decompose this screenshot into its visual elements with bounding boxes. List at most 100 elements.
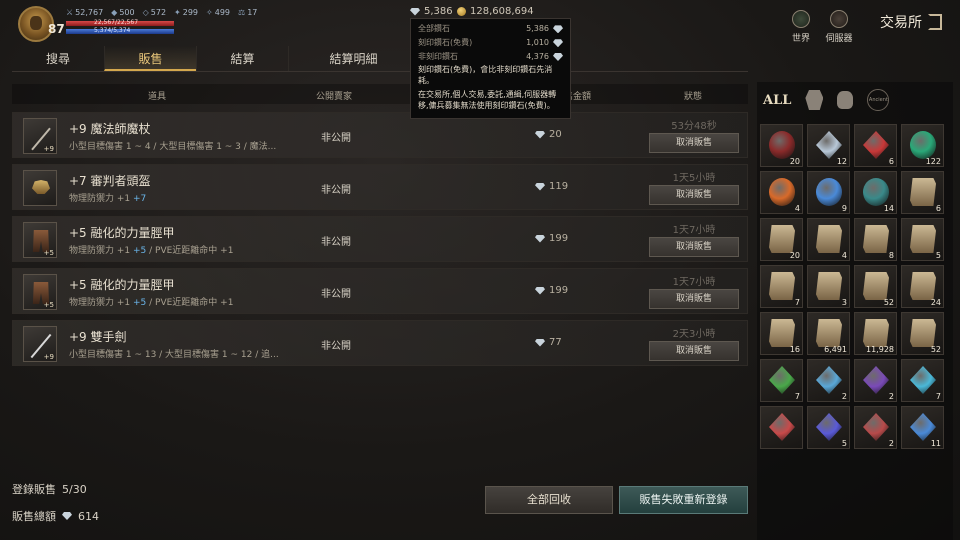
- column-item: 道具: [148, 92, 167, 102]
- inventory-slot[interactable]: 7: [760, 359, 803, 402]
- diamond-icon: [535, 130, 545, 139]
- item-count: 2: [888, 392, 894, 401]
- world-button[interactable]: 世界: [786, 10, 816, 44]
- inventory-slot[interactable]: 6: [854, 124, 897, 167]
- server-button[interactable]: 伺服器: [824, 10, 854, 44]
- inventory-tab-all[interactable]: ALL: [763, 93, 791, 108]
- inventory-slot[interactable]: 20: [760, 124, 803, 167]
- sales-total-label: 販售總額: [12, 510, 56, 523]
- player-stats: ⚔ 52,767 ◆ 500 ◇ 572 ✦ 299 ✧ 499 ⚖ 17: [66, 8, 257, 17]
- inventory-slot[interactable]: 2: [854, 406, 897, 449]
- listing-row[interactable]: +9 +9 雙手劍 小型目標傷害 1 ~ 13 / 大型目標傷害 1 ~ 12 …: [12, 320, 748, 366]
- gem-icon: [910, 366, 936, 394]
- item-count: 11,928: [866, 345, 894, 354]
- scroll-icon: [816, 225, 842, 253]
- item-count: 52: [883, 298, 894, 307]
- tooltip-note-restriction: 在交易所,個人交易,委託,通緝,伺服器轉移,傭兵募集無法使用刻印鑽石(免費)。: [418, 89, 557, 110]
- cancel-sale-button[interactable]: 取消販售: [649, 289, 739, 309]
- listing-row[interactable]: +5 +5 融化的力量脛甲 物理防禦力 +1 +5 / PVE近距離命中 +1 …: [12, 268, 748, 314]
- inventory-slot[interactable]: 5: [807, 406, 850, 449]
- inventory-tab-bag-icon[interactable]: [837, 91, 854, 109]
- item-desc-text: 小型目標傷害 1 ~ 4 / 大型目標傷害 1 ~ 3 / 魔法...: [69, 142, 277, 152]
- remaining-time: 1天7小時: [672, 225, 716, 236]
- item-count: 12: [836, 157, 847, 166]
- price: 199: [535, 233, 568, 244]
- mp-bar: 5,374/5,374: [66, 27, 174, 34]
- inventory-slot[interactable]: 11: [901, 406, 944, 449]
- diamond-icon: [535, 286, 545, 295]
- inventory-slot[interactable]: 24: [901, 265, 944, 308]
- scroll-icon: [910, 319, 936, 347]
- inventory-slot[interactable]: 3: [807, 265, 850, 308]
- collect-all-button[interactable]: 全部回收: [485, 486, 613, 514]
- item-count: 3: [841, 298, 847, 307]
- diamond-icon: [535, 234, 545, 243]
- enhance-level: +9: [43, 145, 54, 153]
- stat-weight: ⚖ 17: [238, 8, 258, 17]
- item-name: +5 融化的力量脛甲: [69, 278, 175, 292]
- inventory-slot[interactable]: 16: [760, 312, 803, 355]
- item-desc-text: 物理防禦力 +1: [69, 246, 133, 256]
- inventory-slot[interactable]: 9: [807, 171, 850, 214]
- inventory-slot[interactable]: 2: [854, 359, 897, 402]
- tab-settlement[interactable]: 結算: [196, 46, 288, 71]
- exit-icon[interactable]: [928, 14, 942, 30]
- item-count: 2: [888, 439, 894, 448]
- tooltip-value: 4,376: [526, 51, 549, 61]
- inventory-slot[interactable]: 20: [760, 218, 803, 261]
- listing-row[interactable]: +7 審判者頭盔 物理防禦力 +1 +7 非公開 119 1天5小時 取消販售: [12, 164, 748, 210]
- inventory-slot[interactable]: 4: [807, 218, 850, 261]
- listing-row[interactable]: +5 +5 融化的力量脛甲 物理防禦力 +1 +5 / PVE近距離命中 +1 …: [12, 216, 748, 262]
- inventory-slot[interactable]: [760, 406, 803, 449]
- inventory-slot[interactable]: 122: [901, 124, 944, 167]
- visibility-status: 非公開: [321, 289, 351, 300]
- tooltip-label: 非刻印鑽石: [418, 51, 458, 61]
- inventory-slot[interactable]: 52: [901, 312, 944, 355]
- tab-sell[interactable]: 販售: [104, 46, 196, 71]
- diamond-icon: [553, 52, 563, 61]
- inventory-slot[interactable]: 5: [901, 218, 944, 261]
- inventory-slot[interactable]: 14: [854, 171, 897, 214]
- item-desc-extra: / PVE近距離命中 +1: [146, 298, 234, 308]
- item-description: 小型目標傷害 1 ~ 4 / 大型目標傷害 1 ~ 3 / 魔法...: [69, 139, 276, 152]
- tab-search[interactable]: 搜尋: [12, 46, 104, 71]
- tooltip-value: 1,010: [526, 37, 549, 47]
- cancel-sale-button[interactable]: 取消販售: [649, 341, 739, 361]
- item-desc-text: 物理防禦力 +1: [69, 298, 133, 308]
- inventory-slot[interactable]: 7: [901, 359, 944, 402]
- inventory-slot[interactable]: 7: [760, 265, 803, 308]
- inventory-slot[interactable]: 2: [807, 359, 850, 402]
- stat-attack: ◆ 500: [111, 8, 135, 17]
- cancel-sale-button[interactable]: 取消販售: [649, 237, 739, 257]
- tab-settlement-details[interactable]: 結算明細: [288, 46, 418, 71]
- enhance-level: +5: [43, 301, 54, 309]
- two-handed-sword-icon: +9: [23, 326, 57, 362]
- cancel-sale-button[interactable]: 取消販售: [649, 133, 739, 153]
- listing-row[interactable]: +9 +9 魔法師魔杖 小型目標傷害 1 ~ 4 / 大型目標傷害 1 ~ 3 …: [12, 112, 748, 158]
- item-name: +9 魔法師魔杖: [69, 122, 151, 136]
- inventory-tab-ancient[interactable]: Ancient: [867, 89, 890, 111]
- diamond-balance[interactable]: 5,386: [410, 6, 453, 17]
- inventory-slot[interactable]: 6: [901, 171, 944, 214]
- tooltip-line-non-engraved: 非刻印鑽石 4,376: [418, 52, 563, 63]
- tooltip-line-total: 全部鑽石 5,386: [418, 24, 563, 35]
- inventory-slot[interactable]: 4: [760, 171, 803, 214]
- inventory-grid: 20 12 6 122 4 9 14 6 20 4 8 5 7 3 52 24 16 6,491 11,928 52 7…: [760, 124, 944, 449]
- item-count: 2: [841, 392, 847, 401]
- item-description: 物理防禦力 +1 +5 / PVE近距離命中 +1: [69, 295, 233, 308]
- helmet-shape: [32, 180, 50, 194]
- scroll-icon: [863, 319, 889, 347]
- relist-failed-button[interactable]: 販售失敗重新登錄: [619, 486, 748, 514]
- scroll-icon: [816, 272, 842, 300]
- item-description: 小型目標傷害 1 ~ 13 / 大型目標傷害 1 ~ 12 / 追...: [69, 347, 279, 360]
- inventory-slot[interactable]: 52: [854, 265, 897, 308]
- exchange-title: 交易所: [880, 15, 922, 31]
- inventory-slot[interactable]: 11,928: [854, 312, 897, 355]
- cancel-sale-button[interactable]: 取消販售: [649, 185, 739, 205]
- inventory-slot[interactable]: 6,491: [807, 312, 850, 355]
- scroll-icon: [910, 178, 936, 206]
- inventory-slot[interactable]: 12: [807, 124, 850, 167]
- inventory-slot[interactable]: 8: [854, 218, 897, 261]
- visibility-status: 非公開: [321, 237, 351, 248]
- inventory-tab-equipment-icon[interactable]: [805, 90, 824, 110]
